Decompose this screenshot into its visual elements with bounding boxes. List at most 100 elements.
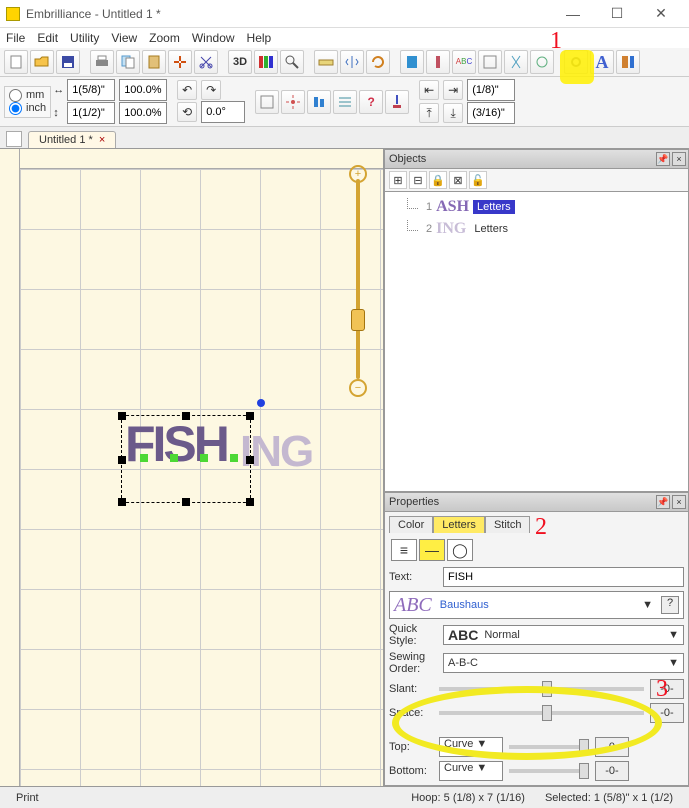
rotate-angle-button[interactable]: ⟲	[177, 102, 197, 122]
align-button[interactable]	[307, 90, 331, 114]
obj-lock-button[interactable]: 🔒	[429, 171, 447, 189]
trim-button[interactable]	[194, 50, 218, 74]
obj-hide-button[interactable]: ⊠	[449, 171, 467, 189]
zoom-slider-thumb[interactable]	[351, 309, 365, 331]
artwork[interactable]: FISH ING	[125, 419, 305, 499]
obj-unlock-button[interactable]: 🔓	[469, 171, 487, 189]
font-selector[interactable]: ABC Baushaus ▼ ?	[389, 591, 684, 619]
zoom-button[interactable]	[280, 50, 304, 74]
close-button[interactable]: ✕	[639, 1, 683, 27]
angle-input[interactable]	[201, 101, 245, 123]
top-slider[interactable]	[509, 745, 589, 749]
document-tab[interactable]: Untitled 1 *×	[28, 131, 116, 148]
gear-icon	[568, 54, 584, 70]
panel-close-icon[interactable]: ×	[672, 152, 686, 166]
hoop-button[interactable]	[255, 90, 279, 114]
help-button[interactable]: ?	[359, 90, 383, 114]
bottom-slider[interactable]	[509, 769, 589, 773]
nudge-v-input[interactable]	[467, 102, 515, 124]
flip-button[interactable]	[340, 50, 364, 74]
mode-straight-button[interactable]: —	[419, 539, 445, 561]
top-mode-select[interactable]: Curve ▼	[439, 737, 503, 757]
thread-button[interactable]	[426, 50, 450, 74]
merge-button[interactable]	[168, 50, 192, 74]
tab-color[interactable]: Color	[389, 516, 433, 533]
minimize-button[interactable]: —	[551, 1, 595, 27]
nudge-h-input[interactable]	[467, 79, 515, 101]
copy-button[interactable]	[116, 50, 140, 74]
menu-help[interactable]: Help	[247, 31, 272, 45]
colors-button[interactable]	[254, 50, 278, 74]
rotate-handle[interactable]	[257, 399, 265, 407]
slant-slider[interactable]	[439, 687, 644, 691]
quick-style-select[interactable]: ABC Normal ▼	[443, 625, 684, 645]
open-button[interactable]	[30, 50, 54, 74]
panel-close-icon[interactable]: ×	[672, 495, 686, 509]
chevron-down-icon: ▼	[668, 657, 679, 669]
carousel-button[interactable]	[530, 50, 554, 74]
object-item-2[interactable]: 2 ING Letters	[389, 218, 684, 240]
print-button[interactable]	[90, 50, 114, 74]
obj-collapse-button[interactable]: ⊟	[409, 171, 427, 189]
maximize-button[interactable]: ☐	[595, 1, 639, 27]
nudge-up-button[interactable]: ⤒	[419, 103, 439, 123]
nudge-left-button[interactable]: ⇤	[419, 80, 439, 100]
panel-pin-icon[interactable]: 📌	[656, 495, 670, 509]
distribute-button[interactable]	[333, 90, 357, 114]
mode-lines-button[interactable]: ≡	[391, 539, 417, 561]
design-button[interactable]	[616, 50, 640, 74]
height-input[interactable]	[67, 102, 115, 124]
bottom-value[interactable]: -0-	[595, 761, 629, 781]
dropdown-icon[interactable]: ▼	[642, 599, 653, 611]
rotate-button[interactable]	[366, 50, 390, 74]
panel-pin-icon[interactable]: 📌	[656, 152, 670, 166]
mirror-button[interactable]	[504, 50, 528, 74]
menu-file[interactable]: File	[6, 31, 25, 45]
object-item-1[interactable]: 1 ASH Letters	[389, 196, 684, 218]
paste-button[interactable]	[142, 50, 166, 74]
unit-inch[interactable]: inch	[9, 102, 46, 115]
canvas[interactable]: + − FISH ING	[0, 149, 384, 786]
menu-edit[interactable]: Edit	[37, 31, 58, 45]
tab-stitch[interactable]: Stitch	[485, 516, 531, 533]
space-value[interactable]: -0-	[650, 703, 684, 723]
abc-colors-button[interactable]: ABC	[452, 50, 476, 74]
settings-button[interactable]	[564, 50, 588, 74]
undo-button[interactable]: ↶	[177, 80, 197, 100]
unit-mm[interactable]: mm	[9, 89, 46, 102]
mode-circle-button[interactable]: ◯	[447, 539, 473, 561]
nudge-down-button[interactable]: ⤓	[443, 103, 463, 123]
width-pct-input[interactable]	[119, 79, 167, 101]
text-input[interactable]	[443, 567, 684, 587]
center-button[interactable]	[281, 90, 305, 114]
ruler-button[interactable]	[314, 50, 338, 74]
group-button[interactable]	[478, 50, 502, 74]
menu-view[interactable]: View	[111, 31, 137, 45]
nudge-right-button[interactable]: ⇥	[443, 80, 463, 100]
redo-button[interactable]: ↷	[201, 80, 221, 100]
objects-tree[interactable]: 1 ASH Letters 2 ING Letters	[384, 192, 689, 492]
save-button[interactable]	[56, 50, 80, 74]
sewing-order-select[interactable]: A-B-C▼	[443, 653, 684, 673]
menu-window[interactable]: Window	[192, 31, 235, 45]
close-tab-icon[interactable]: ×	[99, 134, 105, 146]
obj-expand-button[interactable]: ⊞	[389, 171, 407, 189]
menu-zoom[interactable]: Zoom	[149, 31, 180, 45]
zoom-slider[interactable]: + −	[351, 179, 365, 379]
bottom-mode-select[interactable]: Curve ▼	[439, 761, 503, 781]
new-button[interactable]	[4, 50, 28, 74]
slant-value[interactable]: -0-	[650, 679, 684, 699]
menu-utility[interactable]: Utility	[70, 31, 99, 45]
ruler-icon	[318, 54, 334, 70]
space-slider[interactable]	[439, 711, 644, 715]
tab-letters[interactable]: Letters	[433, 516, 485, 533]
library-button[interactable]	[400, 50, 424, 74]
font-help-button[interactable]: ?	[661, 596, 679, 614]
3d-button[interactable]: 3D	[228, 50, 252, 74]
selection-box[interactable]	[121, 415, 251, 503]
height-pct-input[interactable]	[119, 102, 167, 124]
width-input[interactable]	[67, 79, 115, 101]
top-value[interactable]: -0-	[595, 737, 629, 757]
simulate-button[interactable]	[385, 90, 409, 114]
letter-tool-button[interactable]: A	[590, 50, 614, 74]
